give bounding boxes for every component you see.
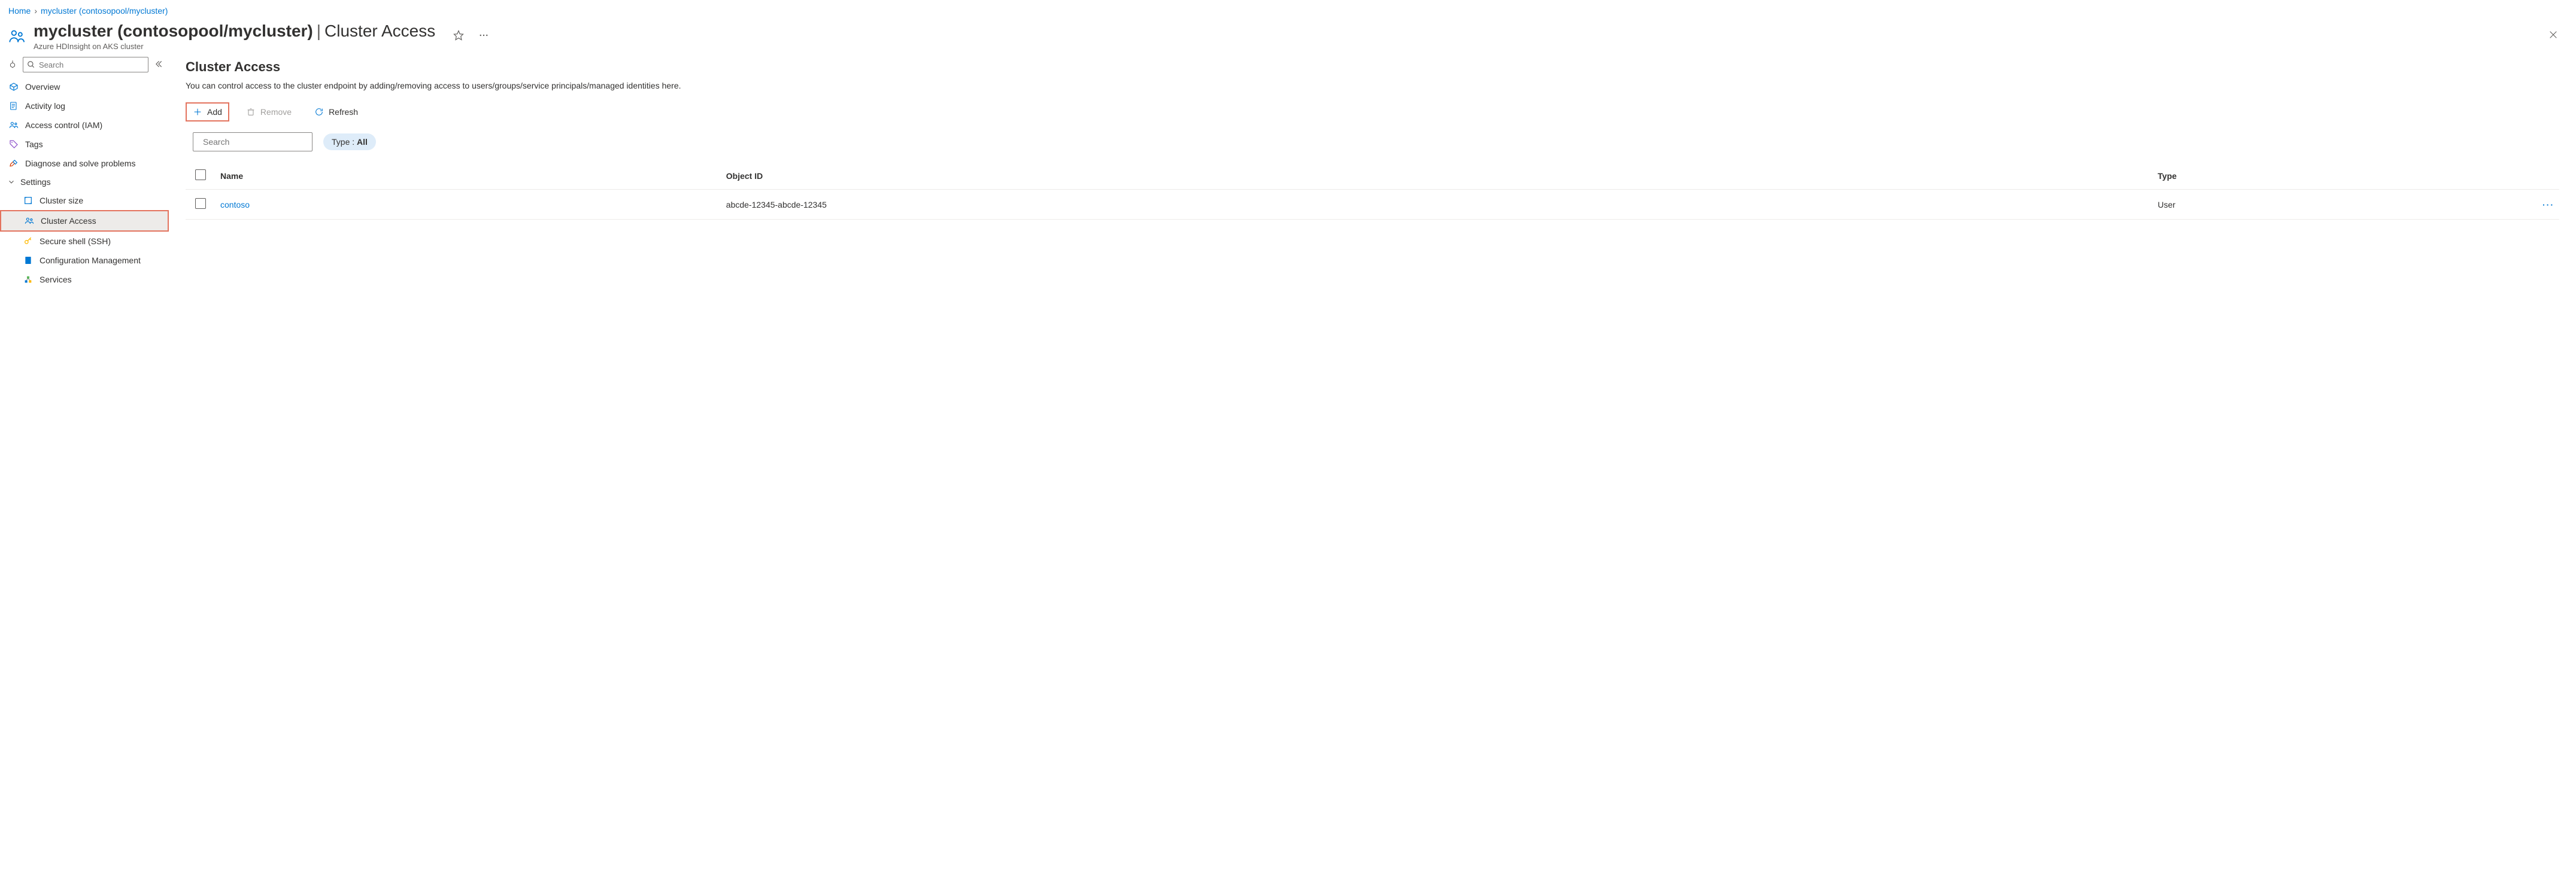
sidebar-item-tags[interactable]: Tags [0,135,169,154]
diagnose-icon [8,158,19,169]
chevron-down-icon [7,178,16,186]
breadcrumb: Home › mycluster (contosopool/mycluster) [0,0,2576,18]
sidebar-item-label: Cluster size [40,196,83,205]
sidebar-item-label: Configuration Management [40,256,141,265]
sidebar-item-cluster-size[interactable]: Cluster size [0,191,169,210]
access-table: Name Object ID Type contoso abcde-12345-… [186,162,2559,220]
collapse-sidebar-button[interactable] [152,57,165,72]
sidebar-item-activity-log[interactable]: Activity log [0,96,169,116]
resource-type-label: Azure HDInsight on AKS cluster [34,42,435,51]
sidebar-item-iam[interactable]: Access control (IAM) [0,116,169,135]
tag-icon [8,139,19,150]
select-all-checkbox[interactable] [195,169,206,180]
sidebar: Overview Activity log Access control (IA… [0,52,169,294]
remove-button[interactable]: Remove [240,104,298,120]
sidebar-item-label: Diagnose and solve problems [25,159,135,168]
page-header: mycluster (contosopool/mycluster) | Clus… [0,18,2576,52]
sidebar-item-label: Overview [25,82,60,92]
sidebar-item-label: Secure shell (SSH) [40,236,111,246]
document-icon [23,255,34,266]
sidebar-search[interactable] [23,57,148,72]
filter-label: Type : [332,137,357,147]
chevron-right-icon: › [34,6,37,16]
sidebar-item-services[interactable]: Services [0,270,169,289]
row-object-id: abcde-12345-abcde-12345 [726,200,827,209]
services-icon [23,274,34,285]
people-icon [8,28,25,45]
people-icon [24,215,35,226]
refresh-button[interactable]: Refresh [308,104,364,120]
resource-name: mycluster (contosopool/mycluster) [34,22,313,41]
blade-name: Cluster Access [324,22,435,41]
log-icon [8,101,19,111]
sidebar-search-input[interactable] [39,60,144,69]
breadcrumb-current[interactable]: mycluster (contosopool/mycluster) [41,6,168,16]
filter-row: Type : All [193,132,2559,151]
sidebar-item-label: Tags [25,139,43,149]
key-icon [23,236,34,247]
people-icon [8,120,19,130]
column-header-type[interactable]: Type [2153,162,2523,190]
refresh-icon [314,107,324,117]
row-checkbox[interactable] [195,198,206,209]
sidebar-item-config[interactable]: Configuration Management [0,251,169,270]
table-row[interactable]: contoso abcde-12345-abcde-12345 User ··· [186,190,2559,220]
section-title: Cluster Access [186,59,2559,75]
section-description: You can control access to the cluster en… [186,81,2559,90]
sidebar-item-overview[interactable]: Overview [0,77,169,96]
breadcrumb-home[interactable]: Home [8,6,31,16]
filter-value: All [357,137,368,147]
sidebar-item-label: Activity log [25,101,65,111]
row-name-link[interactable]: contoso [220,200,250,209]
column-header-object-id[interactable]: Object ID [721,162,2153,190]
command-bar: Add Remove Refresh [186,102,2559,121]
column-header-name[interactable]: Name [216,162,721,190]
trash-icon [246,107,256,117]
button-label: Add [207,107,222,117]
close-button[interactable] [2546,28,2560,45]
filter-search-input[interactable] [203,137,311,147]
filter-search[interactable] [193,132,312,151]
favorite-button[interactable] [451,28,466,45]
overview-icon [8,81,19,92]
plus-icon [193,107,202,117]
button-label: Remove [260,107,292,117]
button-label: Refresh [329,107,358,117]
search-icon [27,60,35,69]
type-filter-pill[interactable]: Type : All [323,133,376,150]
sidebar-item-label: Cluster Access [41,216,96,226]
sidebar-item-label: Access control (IAM) [25,120,102,130]
sidebar-item-cluster-access[interactable]: Cluster Access [0,210,169,232]
sidebar-item-ssh[interactable]: Secure shell (SSH) [0,232,169,251]
sidebar-item-diagnose[interactable]: Diagnose and solve problems [0,154,169,173]
page-title: mycluster (contosopool/mycluster) | Clus… [34,22,435,41]
sidebar-item-label: Services [40,275,72,284]
more-commands-button[interactable] [476,28,491,45]
sidebar-group-settings[interactable]: Settings [0,173,169,191]
row-type: User [2158,200,2176,209]
pin-toggle-button[interactable] [6,57,19,72]
resize-icon [23,195,34,206]
add-button[interactable]: Add [186,102,229,121]
row-context-menu-button[interactable]: ··· [2542,200,2554,209]
sidebar-group-label: Settings [20,177,51,187]
title-separator: | [317,22,321,41]
main-content: Cluster Access You can control access to… [169,52,2576,294]
